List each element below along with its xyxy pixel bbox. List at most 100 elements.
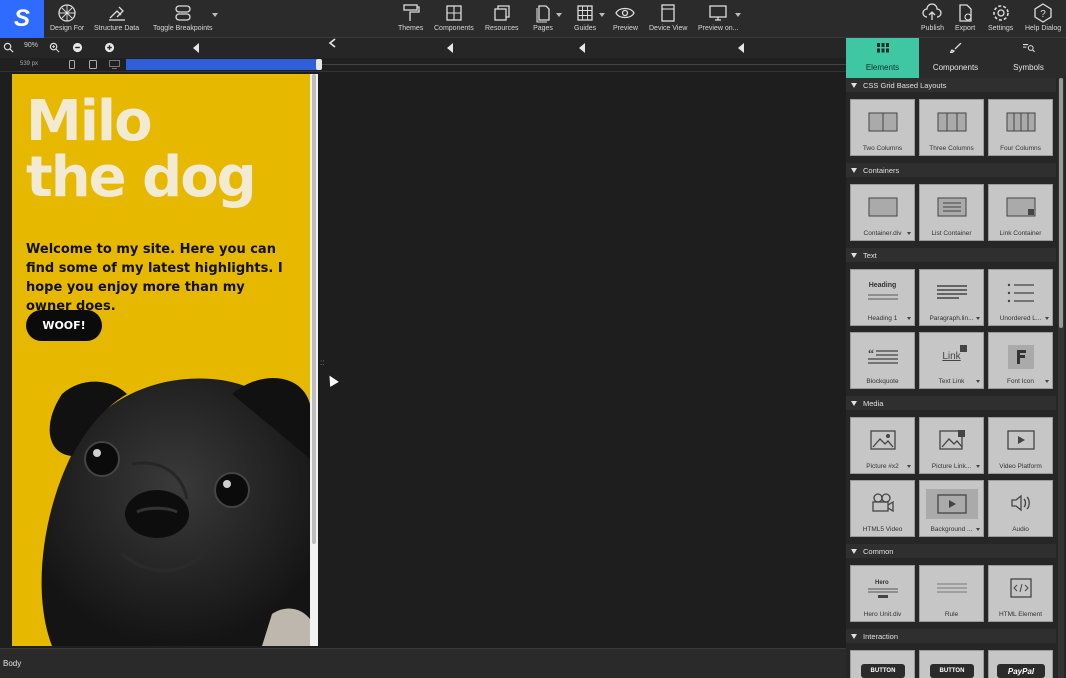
breakpoint-marker-icon[interactable] (193, 43, 199, 53)
tile-background-video[interactable]: Background ... (919, 480, 984, 537)
tile-heading-1[interactable]: Heading Heading 1 (850, 269, 915, 326)
breakpoint-marker-icon[interactable] (328, 38, 336, 51)
themes-button[interactable]: Themes (398, 3, 423, 32)
font-icon-icon (1007, 345, 1034, 369)
chevron-down-icon[interactable] (976, 465, 980, 468)
three-columns-icon (937, 112, 966, 132)
chevron-down-icon[interactable] (976, 317, 980, 320)
chevron-down-icon[interactable] (1045, 317, 1049, 320)
settings-button[interactable]: Settings (988, 3, 1013, 32)
tile-two-columns[interactable]: Two Columns (850, 99, 915, 156)
tile-rule[interactable]: Rule (919, 565, 984, 622)
section-interaction[interactable]: Interaction (846, 629, 1056, 643)
tile-four-columns[interactable]: Four Columns (988, 99, 1053, 156)
tile-link-container[interactable]: Link Container (988, 184, 1053, 241)
chevron-down-icon[interactable] (735, 13, 741, 17)
tile-label: Link Container (999, 230, 1042, 237)
section-common[interactable]: Common (846, 544, 1056, 558)
tile-blockquote[interactable]: “ Blockquote (850, 332, 915, 389)
search-icon[interactable] (3, 42, 14, 53)
resize-grip-icon[interactable]: :: (320, 358, 334, 372)
heading-underline-icon (868, 294, 898, 300)
resources-button[interactable]: Resources (485, 3, 518, 32)
export-icon (959, 4, 972, 22)
tablet-icon[interactable] (89, 60, 97, 69)
tile-picture-link[interactable]: Picture Link... (919, 417, 984, 474)
section-text[interactable]: Text (846, 248, 1056, 262)
preview-scrollbar[interactable] (312, 74, 316, 544)
chevron-down-icon[interactable] (556, 13, 562, 17)
tile-picture[interactable]: Picture #x2 (850, 417, 915, 474)
page-preview[interactable]: Milo the dog Welcome to my site. Here yo… (12, 74, 310, 646)
section-containers[interactable]: Containers (846, 163, 1056, 177)
tile-text-link[interactable]: Link Text Link (919, 332, 984, 389)
chevron-down-icon[interactable] (1045, 380, 1049, 383)
chevron-down-icon[interactable] (907, 317, 911, 320)
chevron-down-icon[interactable] (212, 13, 218, 17)
tile-button-alt[interactable]: BUTTON (919, 650, 984, 678)
panel-scrollbar[interactable] (1059, 78, 1063, 328)
hero-heading[interactable]: Milo the dog (26, 94, 257, 206)
background-video-icon (926, 489, 978, 519)
breakpoint-marker-icon[interactable] (738, 43, 744, 53)
device-view-label: Device View (649, 25, 688, 32)
tile-video-platform[interactable]: Video Platform (988, 417, 1053, 474)
chevron-down-icon[interactable] (907, 232, 911, 235)
phone-icon[interactable] (69, 60, 75, 69)
help-dialog-label: Help Dialog (1025, 25, 1062, 32)
tile-hero-unit[interactable]: Hero Hero Unit.div (850, 565, 915, 622)
app-logo[interactable]: S (0, 0, 44, 38)
zoom-in-icon[interactable] (49, 42, 60, 53)
pug-photo[interactable] (12, 364, 310, 646)
tile-unordered-list[interactable]: Unordered L... (988, 269, 1053, 326)
tab-elements[interactable]: Elements (846, 38, 919, 78)
minus-circle-icon[interactable] (72, 42, 83, 53)
element-path-body[interactable]: Body (3, 659, 21, 668)
plus-circle-icon[interactable] (104, 42, 115, 53)
design-canvas[interactable]: Milo the dog Welcome to my site. Here yo… (0, 72, 846, 648)
tile-html5-video[interactable]: HTML5 Video (850, 480, 915, 537)
device-view-button[interactable]: Device View (649, 3, 687, 32)
tab-components[interactable]: Components (919, 38, 992, 78)
tile-font-icon[interactable]: Font Icon (988, 332, 1053, 389)
components-button[interactable]: Components (434, 3, 474, 32)
publish-button[interactable]: Publish (921, 3, 944, 32)
tile-label: Blockquote (866, 378, 899, 385)
export-button[interactable]: Export (955, 3, 975, 32)
tile-container-div[interactable]: Container.div (850, 184, 915, 241)
design-for-button[interactable]: Design For (50, 3, 84, 32)
desktop-icon[interactable] (109, 60, 120, 69)
tile-button[interactable]: BUTTON (850, 650, 915, 678)
tile-html-element[interactable]: HTML Element (988, 565, 1053, 622)
width-slider-handle[interactable] (316, 59, 322, 70)
breakpoint-marker-icon[interactable] (447, 43, 453, 53)
chevron-down-icon[interactable] (599, 13, 605, 17)
section-css-grid-layouts[interactable]: CSS Grid Based Layouts (846, 78, 1056, 92)
hero-icon: Hero (875, 580, 889, 586)
intro-paragraph[interactable]: Welcome to my site. Here you can find so… (26, 240, 294, 316)
tab-symbols[interactable]: Symbols (992, 38, 1065, 78)
publish-label: Publish (921, 25, 944, 32)
tile-audio[interactable]: Audio (988, 480, 1053, 537)
section-media[interactable]: Media (846, 396, 1056, 410)
tile-list-container[interactable]: List Container (919, 184, 984, 241)
section-title: CSS Grid Based Layouts (863, 80, 947, 90)
tile-paypal[interactable]: PayPal (988, 650, 1053, 678)
chevron-down-icon[interactable] (976, 528, 980, 531)
preview-on-button[interactable]: Preview on... (698, 3, 738, 32)
toggle-breakpoints-button[interactable]: Toggle Breakpoints (153, 3, 213, 32)
breakpoint-range-bar[interactable] (126, 59, 320, 70)
breakpoint-marker-icon[interactable] (579, 43, 585, 53)
guides-button[interactable]: Guides (574, 3, 596, 32)
structure-data-button[interactable]: Structure Data (94, 3, 139, 32)
tile-three-columns[interactable]: Three Columns (919, 99, 984, 156)
chevron-down-icon[interactable] (976, 380, 980, 383)
zoom-level[interactable]: 90% (24, 42, 38, 49)
pages-button[interactable]: Pages (533, 3, 553, 32)
woof-button[interactable]: WOOF! (26, 310, 102, 341)
help-dialog-button[interactable]: ? Help Dialog (1025, 3, 1061, 32)
brush-icon (949, 43, 961, 53)
preview-button[interactable]: Preview (613, 3, 638, 32)
chevron-down-icon[interactable] (907, 465, 911, 468)
tile-paragraph[interactable]: Paragraph.lin... (919, 269, 984, 326)
